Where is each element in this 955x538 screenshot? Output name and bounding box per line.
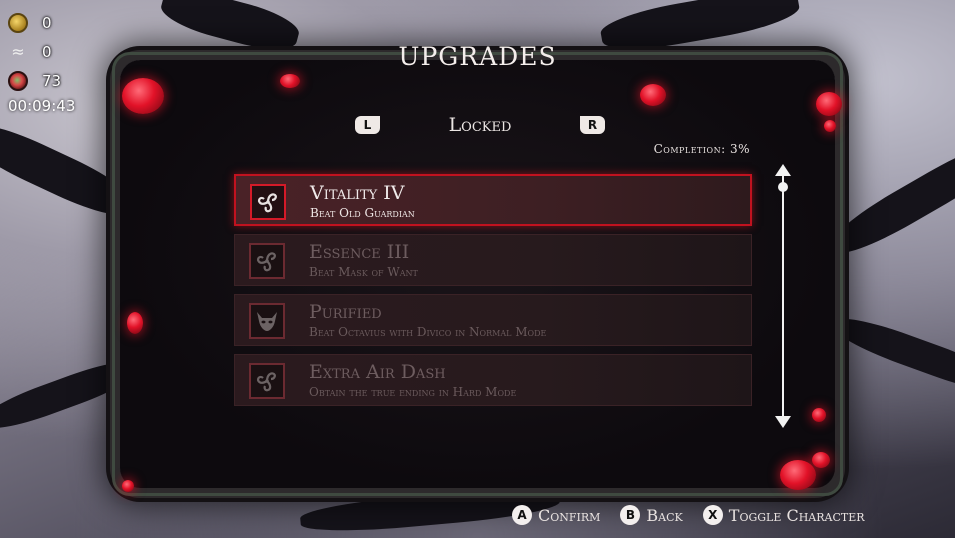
upgrade-item[interactable]: Purified Beat Octavius with Divico in No… (234, 294, 752, 346)
page-title: UPGRADES (398, 42, 557, 71)
upgrade-name: Extra Air Dash (309, 361, 446, 383)
upgrade-description: Beat Old Guardian (310, 206, 415, 220)
gem-count: 73 (42, 71, 62, 90)
scrollbar[interactable] (773, 164, 793, 428)
upgrade-list: Vitality IV Beat Old Guardian Essence II… (234, 174, 752, 414)
current-tab-label: Locked (448, 114, 512, 136)
button-prompts: A Confirm B Back X Toggle Character (512, 505, 865, 525)
b-button-icon: B (620, 505, 641, 525)
scroll-up-arrow-icon[interactable] (775, 164, 791, 176)
confirm-button[interactable]: A Confirm (512, 505, 600, 525)
x-button-icon: X (702, 505, 723, 525)
gem-icon (8, 70, 28, 91)
confirm-label: Confirm (538, 505, 601, 525)
a-button-icon: A (512, 505, 532, 525)
red-berry (122, 78, 164, 114)
triskelion-icon (250, 184, 286, 220)
next-tab-button[interactable]: R (580, 116, 605, 134)
upgrade-item[interactable]: Extra Air Dash Obtain the true ending in… (234, 354, 752, 406)
red-berry (122, 480, 134, 492)
upgrade-description: Obtain the true ending in Hard Mode (309, 385, 517, 399)
red-berry (824, 120, 836, 132)
scroll-thumb[interactable] (778, 182, 788, 192)
upgrade-name: Essence III (309, 241, 410, 263)
toggle-character-label: Toggle Character (728, 505, 865, 525)
red-berry (780, 460, 816, 490)
background-branch (824, 132, 955, 264)
upgrade-description: Beat Octavius with Divico in Normal Mode (309, 325, 547, 339)
upgrade-description: Beat Mask of Want (309, 265, 418, 279)
red-berry (280, 74, 300, 88)
red-berry (816, 92, 842, 116)
red-berry (640, 84, 666, 106)
completion-percentage: Completion: 3% (653, 142, 750, 156)
upgrade-name: Purified (309, 301, 382, 323)
red-berry (812, 452, 830, 468)
scroll-track (782, 174, 784, 418)
scroll-down-arrow-icon[interactable] (775, 416, 791, 428)
red-berry (127, 312, 143, 334)
background-branch (830, 310, 955, 400)
coin-count: 0 (42, 13, 52, 32)
coin-counter: 0 (8, 8, 75, 37)
toggle-character-button[interactable]: X Toggle Character (702, 505, 865, 525)
triskelion-icon (249, 243, 285, 279)
coin-icon (8, 12, 28, 33)
category-tabs: L Locked R (355, 114, 605, 140)
upgrade-name: Vitality IV (310, 182, 405, 204)
red-berry (812, 408, 826, 422)
upgrade-item[interactable]: Essence III Beat Mask of Want (234, 234, 752, 286)
play-timer: 00:09:43 (8, 97, 76, 115)
back-label: Back (646, 505, 683, 525)
upgrade-item[interactable]: Vitality IV Beat Old Guardian (234, 174, 752, 226)
back-button[interactable]: B Back (620, 505, 683, 525)
horned-mask-icon (249, 303, 285, 339)
triskelion-icon (249, 363, 285, 399)
